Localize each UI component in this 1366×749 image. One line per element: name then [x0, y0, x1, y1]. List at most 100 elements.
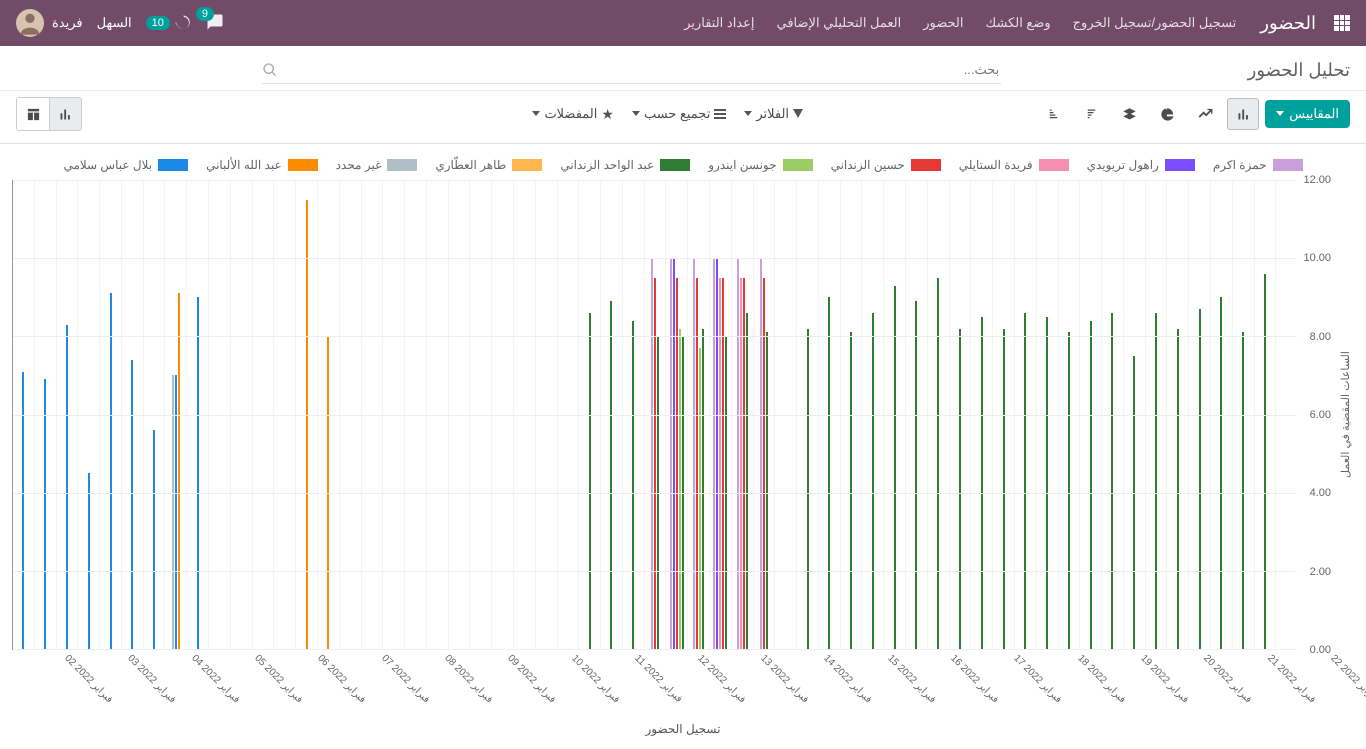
legend-item[interactable]: طاهر العطّاري	[435, 158, 542, 172]
bar[interactable]	[850, 332, 852, 649]
bar[interactable]	[651, 258, 653, 649]
bar[interactable]	[699, 348, 701, 649]
bar[interactable]	[937, 278, 939, 649]
activities-icon[interactable]: 10	[146, 14, 192, 32]
bar[interactable]	[716, 258, 718, 649]
bar[interactable]	[679, 329, 681, 649]
bar[interactable]	[722, 278, 724, 649]
bar[interactable]	[1024, 313, 1026, 649]
search-input[interactable]	[278, 56, 1001, 83]
bar[interactable]	[1046, 317, 1048, 649]
bar[interactable]	[719, 278, 721, 649]
menu-attendance[interactable]: الحضور	[923, 15, 963, 31]
bar[interactable]	[306, 200, 308, 649]
bar[interactable]	[702, 329, 704, 649]
user-menu[interactable]: فريدة	[16, 9, 83, 37]
bar[interactable]	[743, 278, 745, 649]
sort-desc-icon[interactable]	[1075, 98, 1107, 130]
search-icon[interactable]	[262, 62, 278, 78]
graph-view-icon[interactable]	[49, 98, 81, 130]
bar[interactable]	[654, 278, 656, 649]
chart-bar-icon[interactable]	[1227, 98, 1259, 130]
bar[interactable]	[1068, 332, 1070, 649]
chart-pie-icon[interactable]	[1151, 98, 1183, 130]
bar[interactable]	[153, 430, 155, 649]
bar[interactable]	[828, 297, 830, 649]
legend-item[interactable]: عبد الواحد الزنداني	[560, 158, 690, 172]
bar[interactable]	[1242, 332, 1244, 649]
apps-icon[interactable]	[1334, 15, 1350, 31]
bar[interactable]	[172, 375, 174, 649]
legend-swatch	[911, 159, 941, 171]
bar[interactable]	[894, 286, 896, 649]
bar[interactable]	[763, 278, 765, 649]
page-title: تحليل الحضور	[1248, 60, 1350, 81]
legend-item[interactable]: عبد الله الألباني	[206, 158, 318, 172]
bar[interactable]	[632, 321, 634, 649]
menu-reporting[interactable]: إعداد التقارير	[684, 15, 754, 31]
bar[interactable]	[178, 293, 180, 649]
favorites-dropdown[interactable]: ★ المفضلات	[526, 102, 620, 127]
bar[interactable]	[1264, 274, 1266, 649]
legend-item[interactable]: راهول تريويدي	[1087, 158, 1195, 172]
bar[interactable]	[197, 297, 199, 649]
bar[interactable]	[1133, 356, 1135, 649]
legend-label: عبد الله الألباني	[206, 158, 282, 172]
bar[interactable]	[673, 258, 675, 649]
bar[interactable]	[589, 313, 591, 649]
bar[interactable]	[713, 258, 715, 649]
bar[interactable]	[1220, 297, 1222, 649]
sort-asc-icon[interactable]	[1037, 98, 1069, 130]
menu-overtime[interactable]: العمل التحليلي الإضافي	[777, 15, 902, 31]
chart-stack-icon[interactable]	[1113, 98, 1145, 130]
bar[interactable]	[110, 293, 112, 649]
menu-kiosk[interactable]: وضع الكشك	[986, 15, 1051, 31]
control-panel-top: تحليل الحضور	[0, 46, 1366, 91]
legend-item[interactable]: بلال عباس سلامي	[63, 158, 188, 172]
legend-item[interactable]: غير محدد	[336, 158, 418, 172]
bar[interactable]	[693, 258, 695, 649]
bar[interactable]	[760, 258, 762, 649]
measures-button[interactable]: المقاييس	[1265, 100, 1350, 128]
filters-dropdown[interactable]: الفلاتر	[738, 102, 809, 126]
legend-item[interactable]: حمزة اكرم	[1213, 158, 1303, 172]
bar[interactable]	[915, 301, 917, 649]
bar[interactable]	[1090, 321, 1092, 649]
bar[interactable]	[1111, 313, 1113, 649]
bar[interactable]	[131, 360, 133, 649]
bar[interactable]	[766, 332, 768, 649]
bar[interactable]	[1003, 329, 1005, 649]
pivot-view-icon[interactable]	[17, 98, 49, 130]
legend-item[interactable]: فريدة الستايلي	[959, 158, 1069, 172]
bar[interactable]	[959, 329, 961, 649]
bar[interactable]	[1177, 329, 1179, 649]
favorites-label: المفضلات	[544, 106, 597, 122]
legend-item[interactable]: حسين الزنداني	[831, 158, 941, 172]
legend-item[interactable]: جونسن ايندرو	[708, 158, 812, 172]
bar[interactable]	[88, 473, 90, 649]
bar[interactable]	[1199, 309, 1201, 649]
groupby-dropdown[interactable]: تجميع حسب	[626, 102, 732, 126]
avatar	[16, 9, 44, 37]
bar[interactable]	[66, 325, 68, 649]
bar[interactable]	[670, 258, 672, 649]
bar[interactable]	[1155, 313, 1157, 649]
bar[interactable]	[746, 313, 748, 649]
messages-icon[interactable]: 9	[206, 13, 224, 34]
bar[interactable]	[981, 317, 983, 649]
bar[interactable]	[175, 375, 177, 649]
chart-line-icon[interactable]	[1189, 98, 1221, 130]
bar[interactable]	[44, 379, 46, 649]
bar[interactable]	[872, 313, 874, 649]
bar[interactable]	[737, 258, 739, 649]
search-bar	[262, 56, 1001, 84]
bar[interactable]	[676, 278, 678, 649]
bar[interactable]	[807, 329, 809, 649]
bar[interactable]	[696, 278, 698, 649]
menu-checkin[interactable]: تسجيل الحضور/تسجيل الخروج	[1073, 15, 1237, 31]
company-switcher[interactable]: السهل	[97, 15, 132, 31]
bar[interactable]	[740, 278, 742, 649]
legend-label: راهول تريويدي	[1087, 158, 1159, 172]
bar[interactable]	[22, 372, 24, 649]
bar[interactable]	[610, 301, 612, 649]
